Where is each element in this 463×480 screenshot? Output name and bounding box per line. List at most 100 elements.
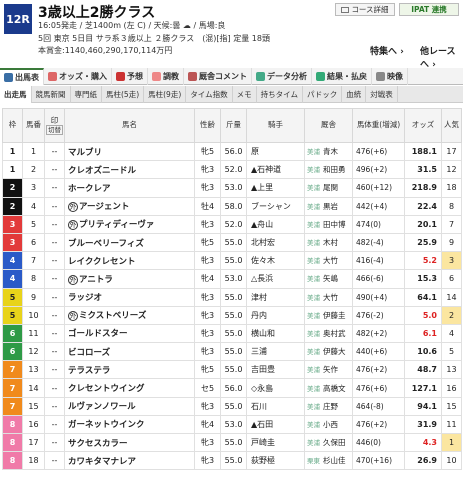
- mark-cell[interactable]: --: [44, 323, 65, 344]
- trainer-cell[interactable]: 栗東 杉山佳: [304, 451, 353, 471]
- tab-2[interactable]: 予想: [112, 68, 148, 85]
- mark-toggle[interactable]: 切替: [46, 124, 63, 135]
- odds-cell[interactable]: 25.9: [404, 232, 442, 253]
- mark-cell[interactable]: --: [44, 178, 65, 198]
- trainer-cell[interactable]: 美浦 庄野: [304, 396, 353, 416]
- mark-cell[interactable]: --: [44, 451, 65, 471]
- trainer-cell[interactable]: 美浦 大竹: [304, 287, 353, 307]
- jockey-link[interactable]: 吉田豊: [246, 360, 305, 380]
- tab-5[interactable]: データ分析: [252, 68, 312, 85]
- table-row[interactable]: 1 1 -- マルブリ 牝5 56.0 原美浦 青木 476(+6) 188.1 17: [2, 141, 462, 162]
- trainer-cell[interactable]: 美浦 田中博: [304, 214, 353, 234]
- horse-name[interactable]: レイククレセント: [64, 251, 195, 271]
- table-row[interactable]: 7 13 -- テラステラ 牝5 55.0 吉田豊 美浦 矢作 476(+2) 48.7 13: [2, 360, 462, 380]
- subtab-8[interactable]: パドック: [303, 86, 343, 103]
- horse-name[interactable]: マルブリ: [64, 141, 195, 162]
- odds-cell[interactable]: 26.9: [404, 451, 442, 471]
- table-row[interactable]: 2 4 -- 外アージェント 牡4 58.0 ブーシャン 美浦 黒岩 442(+4) 22.4 8: [2, 196, 462, 216]
- mark-cell[interactable]: --: [44, 396, 65, 416]
- odds-cell[interactable]: 15.3: [404, 269, 442, 289]
- jockey-link[interactable]: 北村宏: [246, 232, 305, 253]
- subtab-4[interactable]: 馬柱(9走): [144, 86, 187, 103]
- table-row[interactable]: 7 14 -- クレセントウイング セ5 56.0 ◇永島 美浦 高橋文 476(+6) 127.1…: [2, 378, 462, 398]
- trainer-cell[interactable]: 美浦 青木: [304, 141, 353, 162]
- trainer-cell[interactable]: 美浦 大竹: [304, 251, 353, 271]
- horse-name[interactable]: ルヴァンノワール: [64, 396, 195, 416]
- jockey-link[interactable]: ▲石神道: [246, 160, 305, 180]
- trainer-cell[interactable]: 美浦 小西: [304, 414, 353, 435]
- other-race-link[interactable]: 他レースへ ›: [420, 44, 463, 70]
- horse-name[interactable]: ラッジオ: [64, 287, 195, 307]
- mark-cell[interactable]: --: [44, 287, 65, 307]
- table-row[interactable]: 3 5 -- 外プリティディーヴァ 牝3 52.0 ▲舟山 美浦 田中博 474(0) 20.1 7: [2, 214, 462, 234]
- horse-name[interactable]: 外アージェント: [64, 196, 195, 216]
- mark-cell[interactable]: --: [44, 232, 65, 253]
- subtab-10[interactable]: 対戦表: [366, 86, 398, 103]
- odds-cell[interactable]: 10.6: [404, 342, 442, 362]
- mark-cell[interactable]: --: [44, 141, 65, 162]
- tab-0[interactable]: 出馬表: [0, 68, 44, 85]
- jockey-link[interactable]: ◇永島: [246, 378, 305, 398]
- odds-cell[interactable]: 48.7: [404, 360, 442, 380]
- table-row[interactable]: 8 18 -- カワキタマナレア 牝3 55.0 荻野極 栗東 杉山佳 470(+16) 26.9 1…: [2, 451, 462, 471]
- horse-name[interactable]: 外ミクストベリーズ: [64, 305, 195, 325]
- mark-cell[interactable]: --: [44, 432, 65, 453]
- trainer-cell[interactable]: 美浦 伊藤圭: [304, 305, 353, 325]
- mark-cell[interactable]: --: [44, 251, 65, 271]
- horse-name[interactable]: サクセスカラー: [64, 432, 195, 453]
- jockey-link[interactable]: ▲上里: [246, 178, 305, 198]
- tab-4[interactable]: 厩舎コメント: [184, 68, 252, 85]
- odds-cell[interactable]: 31.5: [404, 160, 442, 180]
- odds-cell[interactable]: 127.1: [404, 378, 442, 398]
- table-row[interactable]: 5 10 -- 外ミクストベリーズ 牝3 55.0 丹内 美浦 伊藤圭 476(-2) 5.0 2: [2, 305, 462, 325]
- subtab-6[interactable]: メモ: [233, 86, 257, 103]
- table-row[interactable]: 4 7 -- レイククレセント 牝3 55.0 佐々木 美浦 大竹 416(-4) 5.2 3: [2, 251, 462, 271]
- subtab-1[interactable]: 競馬新聞: [32, 86, 71, 103]
- jockey-link[interactable]: 丹内: [246, 305, 305, 325]
- jockey-link[interactable]: ブーシャン: [246, 196, 305, 216]
- mark-cell[interactable]: --: [44, 414, 65, 435]
- horse-name[interactable]: 外アニトラ: [64, 269, 195, 289]
- table-row[interactable]: 5 9 -- ラッジオ 牝3 55.0 津村 美浦 大竹 490(+4) 64.1 14: [2, 287, 462, 307]
- horse-name[interactable]: クレセントウイング: [64, 378, 195, 398]
- jockey-link[interactable]: ▲石田: [246, 414, 305, 435]
- tab-7[interactable]: 映像: [372, 68, 408, 85]
- tab-6[interactable]: 結果・払戻: [312, 68, 372, 85]
- trainer-cell[interactable]: 美浦 尾関: [304, 178, 353, 198]
- jockey-link[interactable]: 荻野極: [246, 451, 305, 471]
- mark-cell[interactable]: --: [44, 360, 65, 380]
- trainer-cell[interactable]: 美浦 高橋文: [304, 378, 353, 398]
- horse-name[interactable]: カワキタマナレア: [64, 451, 195, 471]
- course-detail-button[interactable]: コース詳細: [335, 3, 395, 16]
- mark-cell[interactable]: --: [44, 378, 65, 398]
- jockey-link[interactable]: 石川: [246, 396, 305, 416]
- jockey-link[interactable]: 三浦: [246, 342, 305, 362]
- tab-1[interactable]: オッズ・購入: [44, 68, 112, 85]
- odds-cell[interactable]: 94.1: [404, 396, 442, 416]
- table-row[interactable]: 2 3 -- ホークレア 牝3 53.0 ▲上里 美浦 尾関 460(+12) 218.9 18: [2, 178, 462, 198]
- odds-cell[interactable]: 4.3: [404, 432, 442, 453]
- odds-cell[interactable]: 5.0: [404, 305, 442, 325]
- tokubetsu-link[interactable]: 特集へ ›: [370, 44, 404, 57]
- subtab-2[interactable]: 専門紙: [71, 86, 102, 103]
- trainer-cell[interactable]: 美浦 矢作: [304, 360, 353, 380]
- mark-cell[interactable]: --: [44, 342, 65, 362]
- horse-name[interactable]: ホークレア: [64, 178, 195, 198]
- jockey-link[interactable]: 津村: [246, 287, 305, 307]
- mark-cell[interactable]: --: [44, 269, 65, 289]
- ipat-link-button[interactable]: IPAT 連携: [399, 3, 459, 16]
- jockey-link[interactable]: △長浜: [246, 269, 305, 289]
- horse-name[interactable]: ガーネットウインク: [64, 414, 195, 435]
- trainer-cell[interactable]: 美浦 矢嶋: [304, 269, 353, 289]
- odds-cell[interactable]: 64.1: [404, 287, 442, 307]
- trainer-cell[interactable]: 美浦 伊藤大: [304, 342, 353, 362]
- mark-cell[interactable]: --: [44, 160, 65, 180]
- horse-name[interactable]: テラステラ: [64, 360, 195, 380]
- odds-cell[interactable]: 22.4: [404, 196, 442, 216]
- table-row[interactable]: 3 6 -- ブルーベリーフィズ 牝5 55.0 北村宏 美浦 木村 482(-4) 25.9 9: [2, 232, 462, 253]
- mark-cell[interactable]: --: [44, 305, 65, 325]
- table-row[interactable]: 6 11 -- ゴールドスター 牝3 55.0 横山和 美浦 奥村武 482(+2) 6.1 4: [2, 323, 462, 344]
- horse-name[interactable]: ゴールドスター: [64, 323, 195, 344]
- subtab-5[interactable]: タイム指数: [186, 86, 233, 103]
- horse-name[interactable]: ビコローズ: [64, 342, 195, 362]
